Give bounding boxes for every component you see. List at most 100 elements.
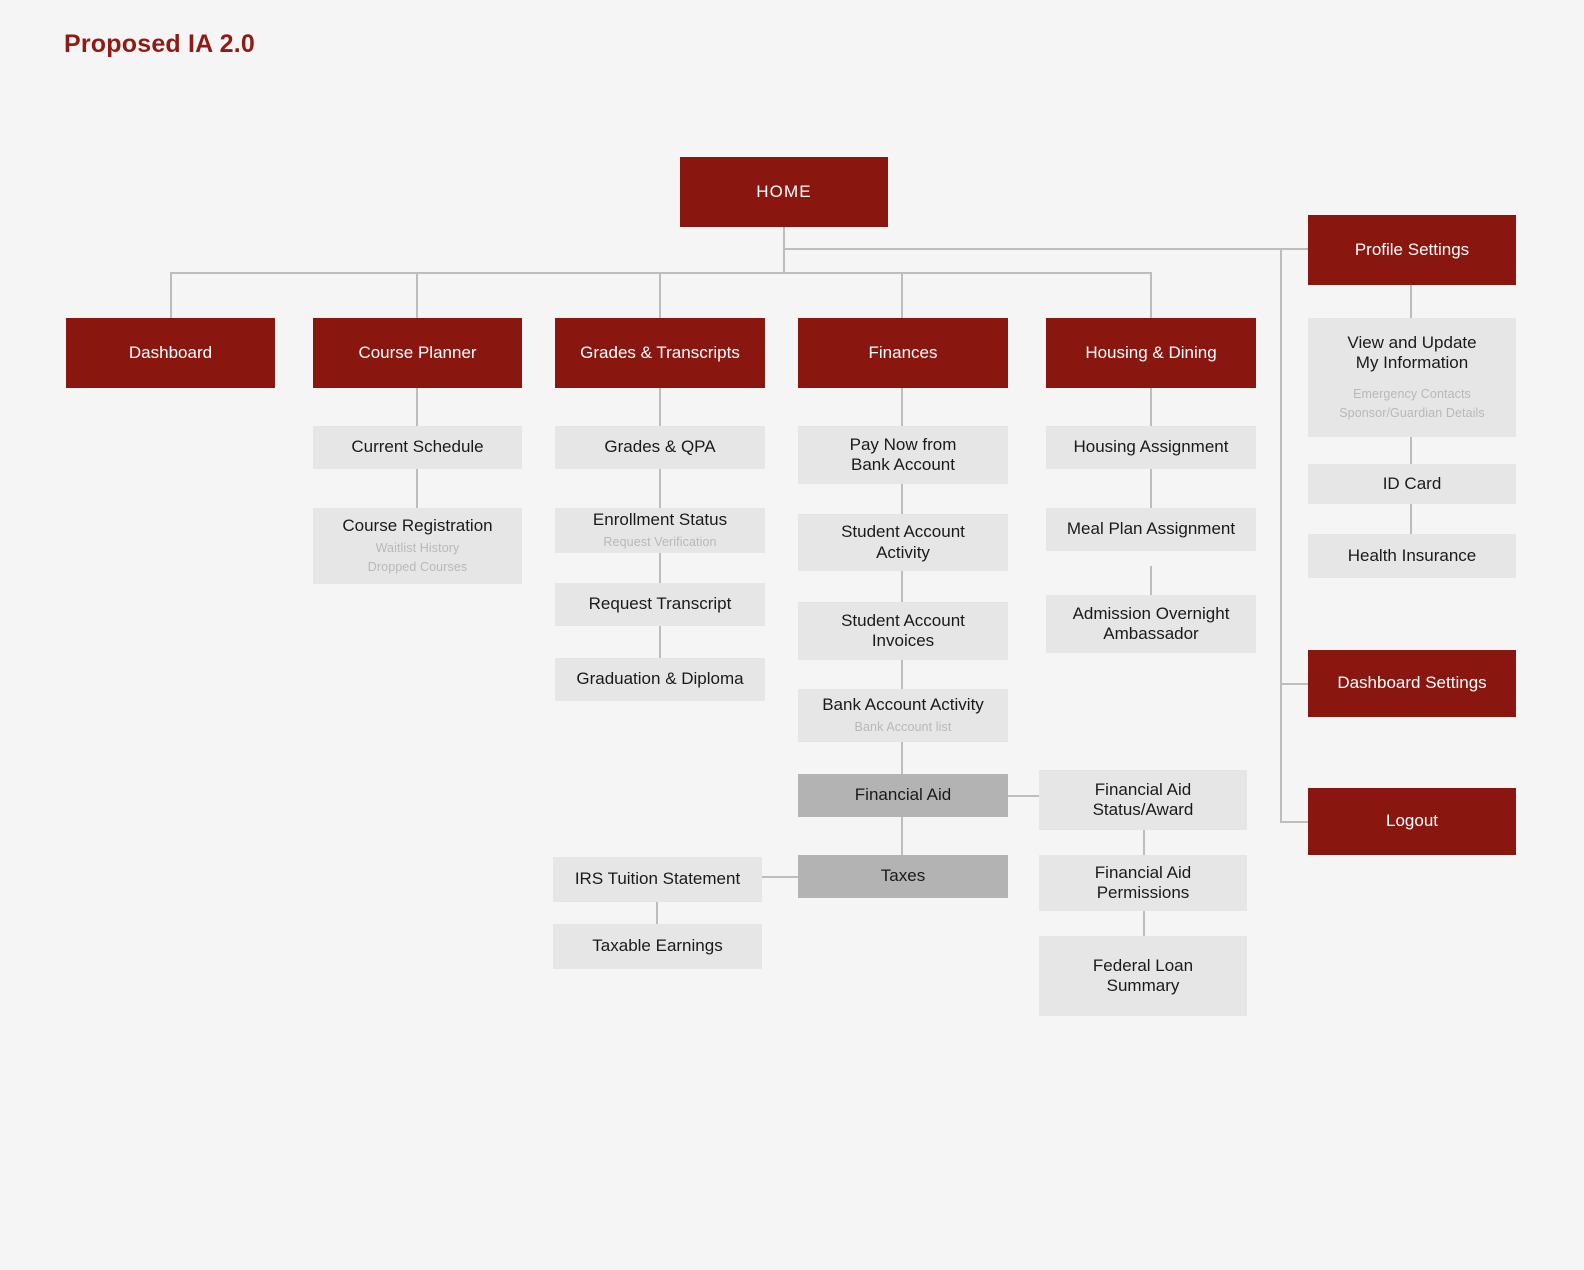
- node-course-planner[interactable]: Course Planner: [313, 318, 522, 388]
- node-view-update-my-information[interactable]: View and Update My Information Emergency…: [1308, 318, 1516, 437]
- connector-finances-chain-4: [901, 660, 903, 689]
- node-graduation-diploma[interactable]: Graduation & Diploma: [555, 658, 765, 701]
- connector-finances-chain-2: [901, 484, 903, 514]
- node-student-account-activity[interactable]: Student Account Activity: [798, 514, 1008, 571]
- node-grades-qpa[interactable]: Grades & QPA: [555, 426, 765, 469]
- node-health-insurance-label: Health Insurance: [1347, 545, 1477, 565]
- node-financial-aid-status-award-label: Financial Aid Status/Award: [1092, 779, 1194, 819]
- connector-irs-chain: [656, 902, 658, 924]
- node-logout[interactable]: Logout: [1308, 788, 1516, 855]
- node-home[interactable]: HOME: [680, 157, 888, 227]
- connector-housing-chain-3: [1150, 566, 1152, 595]
- node-financial-aid[interactable]: Financial Aid: [798, 774, 1008, 817]
- connector-finances-chain-6: [901, 817, 903, 855]
- connector-financial-aid-to-branch: [1007, 795, 1040, 797]
- connector-finances-chain-5: [901, 742, 903, 774]
- connector-housing-chain-1: [1150, 388, 1152, 426]
- connector-course-planner-chain-2: [416, 469, 418, 508]
- connector-main-bus: [170, 272, 1152, 274]
- node-enrollment-status[interactable]: Enrollment Status Request Verification: [555, 508, 765, 553]
- connector-fa-branch-chain-2: [1143, 911, 1145, 936]
- node-course-planner-label: Course Planner: [358, 342, 477, 362]
- node-view-update-sub-1: Emergency Contacts: [1353, 387, 1471, 402]
- node-financial-aid-permissions[interactable]: Financial Aid Permissions: [1039, 855, 1247, 911]
- node-id-card-label: ID Card: [1382, 473, 1442, 493]
- node-taxes-label: Taxes: [880, 866, 926, 886]
- connector-course-planner-chain-1: [416, 388, 418, 426]
- node-bank-account-activity-label: Bank Account Activity: [822, 694, 984, 714]
- connector-profile-chain-3: [1410, 504, 1412, 534]
- connector-home-stem: [783, 227, 785, 273]
- node-student-account-activity-label: Student Account Activity: [841, 522, 965, 562]
- node-federal-loan-summary[interactable]: Federal Loan Summary: [1039, 936, 1247, 1016]
- connector-sidebar-bus: [1280, 248, 1282, 823]
- connector-drop-housing: [1150, 272, 1152, 318]
- connector-finances-chain-1: [901, 388, 903, 426]
- node-dashboard[interactable]: Dashboard: [66, 318, 275, 388]
- node-housing-dining[interactable]: Housing & Dining: [1046, 318, 1256, 388]
- node-health-insurance[interactable]: Health Insurance: [1308, 534, 1516, 578]
- ia-diagram-canvas: Proposed IA 2.0 HOME Dashboard Course Pl…: [0, 0, 1584, 1270]
- connector-grades-chain-2: [659, 469, 661, 508]
- node-federal-loan-summary-label: Federal Loan Summary: [1092, 955, 1194, 995]
- node-course-registration-sub-1: Waitlist History: [375, 541, 460, 556]
- node-housing-assignment-label: Housing Assignment: [1073, 437, 1229, 457]
- node-request-transcript-label: Request Transcript: [588, 594, 732, 614]
- node-taxable-earnings[interactable]: Taxable Earnings: [553, 924, 762, 969]
- connector-profile-chain-1: [1410, 285, 1412, 318]
- node-admission-overnight-ambassador[interactable]: Admission Overnight Ambassador: [1046, 595, 1256, 653]
- node-student-account-invoices-label: Student Account Invoices: [841, 610, 965, 650]
- node-bank-account-activity[interactable]: Bank Account Activity Bank Account list: [798, 689, 1008, 742]
- connector-stub-logout: [1280, 821, 1308, 823]
- page-title: Proposed IA 2.0: [64, 30, 256, 58]
- node-dashboard-label: Dashboard: [128, 342, 213, 362]
- connector-drop-course-planner: [416, 272, 418, 318]
- node-current-schedule-label: Current Schedule: [351, 437, 484, 457]
- connector-taxes-to-irs: [762, 876, 799, 878]
- connector-stub-dashboard-settings: [1280, 683, 1308, 685]
- node-financial-aid-permissions-label: Financial Aid Permissions: [1094, 862, 1192, 902]
- node-finances[interactable]: Finances: [798, 318, 1008, 388]
- node-taxes[interactable]: Taxes: [798, 855, 1008, 898]
- node-irs-tuition-statement-label: IRS Tuition Statement: [574, 869, 741, 889]
- node-irs-tuition-statement[interactable]: IRS Tuition Statement: [553, 857, 762, 902]
- node-profile-settings-label: Profile Settings: [1354, 239, 1470, 259]
- connector-profile-chain-2: [1410, 437, 1412, 464]
- node-taxable-earnings-label: Taxable Earnings: [592, 936, 723, 956]
- connector-drop-grades: [659, 272, 661, 318]
- connector-drop-dashboard: [170, 272, 172, 318]
- node-student-account-invoices[interactable]: Student Account Invoices: [798, 602, 1008, 660]
- node-course-registration[interactable]: Course Registration Waitlist History Dro…: [313, 508, 522, 584]
- node-request-transcript[interactable]: Request Transcript: [555, 583, 765, 626]
- connector-grades-chain-3: [659, 553, 661, 583]
- connector-grades-chain-1: [659, 388, 661, 426]
- node-course-registration-label: Course Registration: [342, 516, 493, 536]
- node-home-label: HOME: [756, 181, 812, 201]
- node-graduation-diploma-label: Graduation & Diploma: [576, 669, 744, 689]
- node-admission-overnight-ambassador-label: Admission Overnight Ambassador: [1072, 603, 1230, 643]
- node-enrollment-status-label: Enrollment Status: [592, 509, 728, 529]
- node-meal-plan-assignment[interactable]: Meal Plan Assignment: [1046, 508, 1256, 551]
- node-view-update-my-information-label: View and Update My Information: [1347, 333, 1477, 373]
- node-id-card[interactable]: ID Card: [1308, 464, 1516, 504]
- node-enrollment-status-sub-1: Request Verification: [603, 534, 717, 549]
- node-financial-aid-label: Financial Aid: [854, 785, 952, 805]
- node-grades-transcripts-label: Grades & Transcripts: [580, 342, 740, 362]
- node-grades-qpa-label: Grades & QPA: [604, 437, 716, 457]
- node-financial-aid-status-award[interactable]: Financial Aid Status/Award: [1039, 770, 1247, 830]
- node-current-schedule[interactable]: Current Schedule: [313, 426, 522, 469]
- node-grades-transcripts[interactable]: Grades & Transcripts: [555, 318, 765, 388]
- node-course-registration-sub-2: Dropped Courses: [367, 559, 468, 574]
- connector-finances-chain-3: [901, 571, 903, 602]
- node-view-update-sub-2: Sponsor/Guardian Details: [1339, 405, 1485, 420]
- node-pay-now-bank-account[interactable]: Pay Now from Bank Account: [798, 426, 1008, 484]
- node-dashboard-settings[interactable]: Dashboard Settings: [1308, 650, 1516, 717]
- node-dashboard-settings-label: Dashboard Settings: [1337, 673, 1487, 693]
- connector-home-to-sidebar: [783, 248, 1282, 250]
- node-meal-plan-assignment-label: Meal Plan Assignment: [1066, 519, 1236, 539]
- node-housing-dining-label: Housing & Dining: [1085, 342, 1217, 362]
- node-profile-settings[interactable]: Profile Settings: [1308, 215, 1516, 285]
- connector-housing-chain-2: [1150, 469, 1152, 508]
- node-pay-now-bank-account-label: Pay Now from Bank Account: [849, 434, 957, 474]
- node-housing-assignment[interactable]: Housing Assignment: [1046, 426, 1256, 469]
